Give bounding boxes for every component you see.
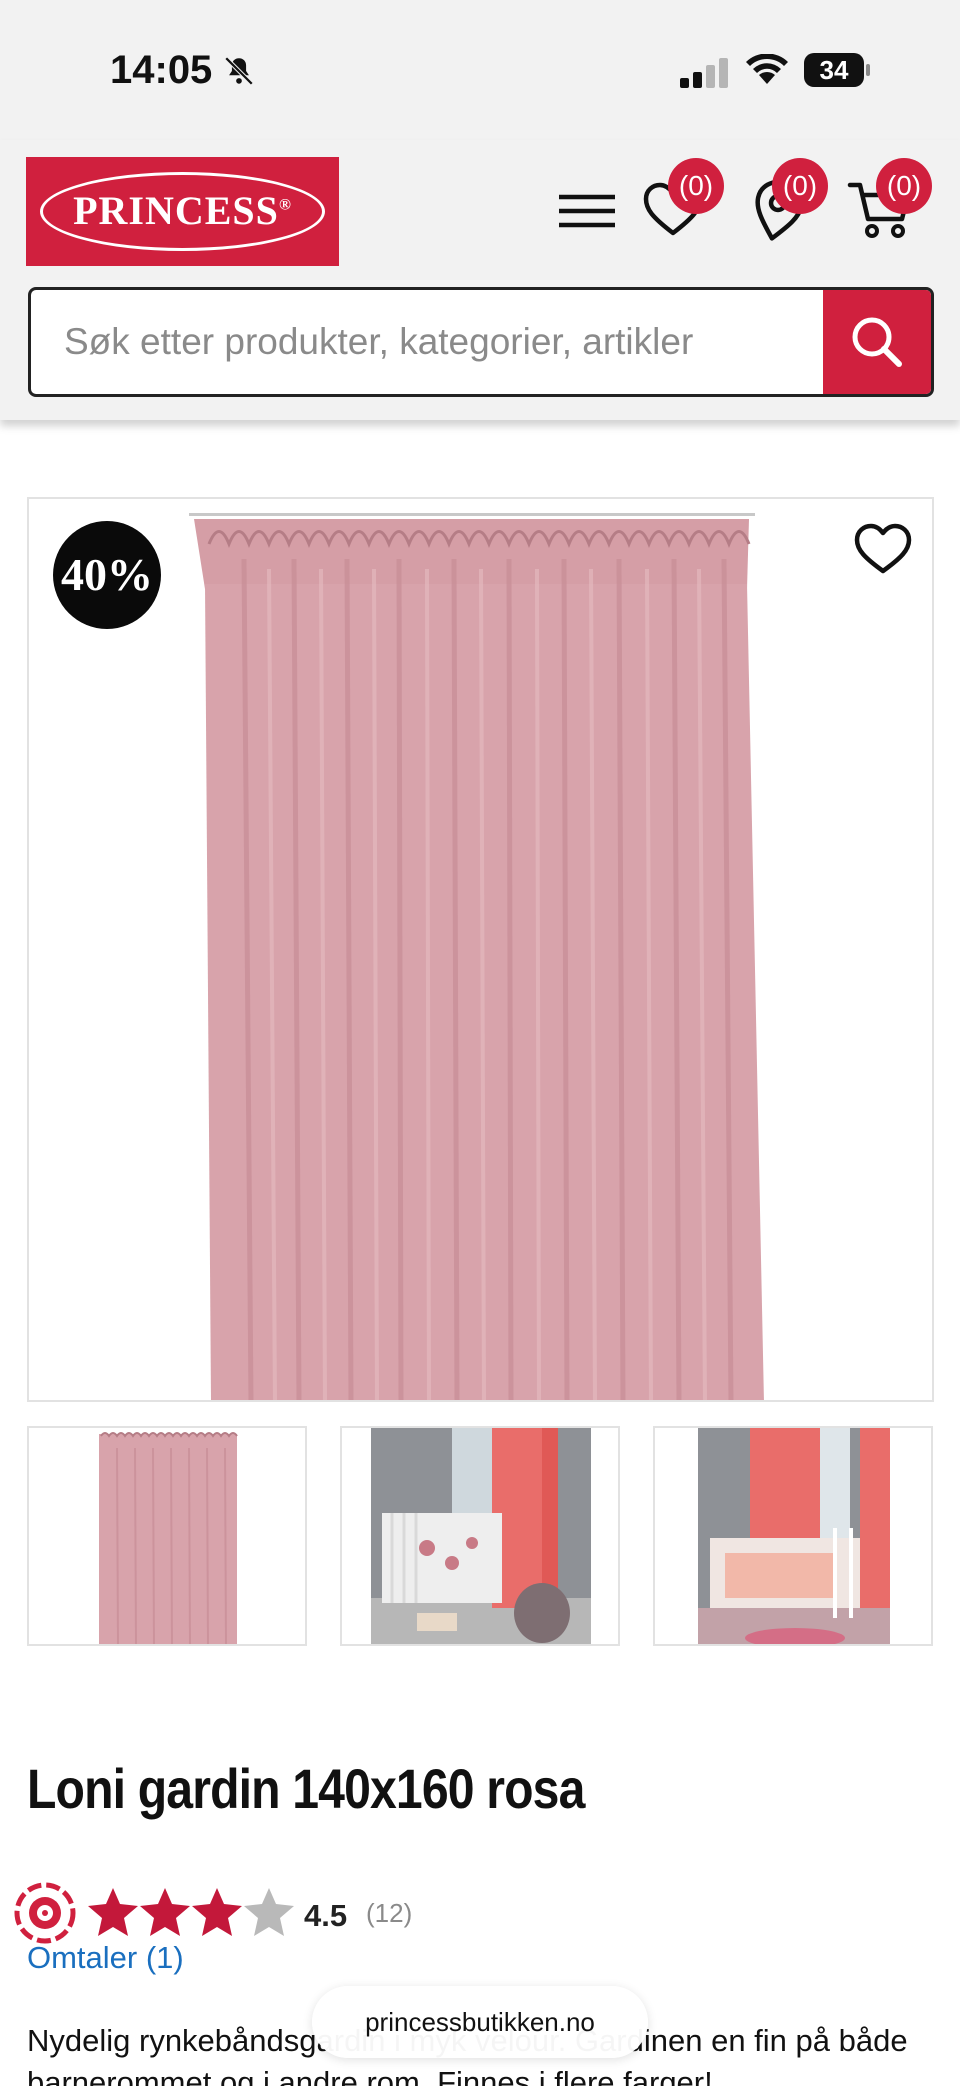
product-title: Loni gardin 140x160 rosa [27, 1757, 585, 1820]
logo-registered: ® [278, 196, 292, 214]
status-bar: 14:05 34 [0, 0, 960, 140]
star-icons [88, 1888, 294, 1936]
battery-level: 34 [819, 55, 849, 85]
rating-count: (12) [366, 1898, 413, 1928]
thumbnail-nursery-image [371, 1428, 591, 1644]
site-header: PRINCESS® (0) (0) (0) [0, 140, 960, 420]
thumbnail-1[interactable] [27, 1426, 307, 1646]
reviews-link[interactable]: Omtaler (1) [27, 1940, 184, 1976]
bell-muted-icon [224, 56, 254, 86]
thumbnail-bedroom-image [698, 1428, 890, 1644]
add-to-wishlist-heart-icon[interactable] [853, 521, 913, 577]
battery-icon: 34 [803, 52, 871, 88]
thumbnail-2[interactable] [340, 1426, 620, 1646]
princess-logo[interactable]: PRINCESS® [26, 157, 339, 266]
search-bar [28, 287, 934, 397]
search-button[interactable] [823, 290, 931, 394]
wishlist-count-badge: (0) [668, 158, 724, 214]
curtain-image [189, 513, 764, 1400]
star-rating [86, 1886, 306, 1945]
logo-wordmark: PRINCESS [73, 188, 279, 233]
wifi-icon [746, 54, 788, 84]
search-input[interactable] [31, 290, 826, 394]
status-time: 14:05 [110, 48, 213, 92]
stores-count-badge: (0) [772, 158, 828, 214]
cell-signal-icon [680, 58, 728, 88]
browser-url-bar[interactable]: princessbutikken.no [312, 1986, 648, 2058]
logo-text: PRINCESS® [26, 187, 339, 234]
search-icon [852, 317, 902, 367]
rating-value: 4.5 [304, 1898, 348, 1933]
thumbnail-curtain-image [99, 1432, 238, 1644]
cart-count-badge: (0) [876, 158, 932, 214]
product-main-image[interactable]: 40% [27, 497, 934, 1402]
thumbnail-strip [27, 1426, 934, 1646]
rating-row[interactable]: 4.5 (12) [14, 1878, 514, 1948]
discount-badge: 40% [53, 521, 161, 629]
thumbnail-3[interactable] [653, 1426, 933, 1646]
review-provider-logo [14, 1882, 76, 1944]
menu-icon[interactable] [553, 175, 623, 245]
